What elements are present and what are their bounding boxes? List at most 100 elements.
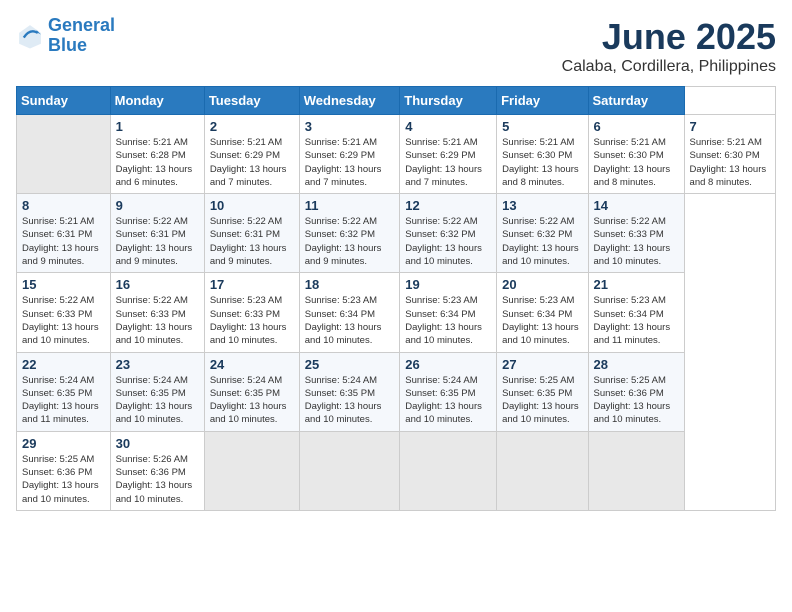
day-number: 30	[116, 436, 199, 451]
calendar-cell: 16 Sunrise: 5:22 AMSunset: 6:33 PMDaylig…	[110, 273, 204, 352]
month-title: June 2025	[562, 16, 776, 58]
calendar-cell: 22 Sunrise: 5:24 AMSunset: 6:35 PMDaylig…	[17, 352, 111, 431]
calendar-cell: 12 Sunrise: 5:22 AMSunset: 6:32 PMDaylig…	[400, 194, 497, 273]
day-info: Sunrise: 5:26 AMSunset: 6:36 PMDaylight:…	[116, 453, 199, 506]
day-info: Sunrise: 5:25 AMSunset: 6:36 PMDaylight:…	[594, 374, 679, 427]
location-title: Calaba, Cordillera, Philippines	[562, 58, 776, 76]
calendar-cell: 24 Sunrise: 5:24 AMSunset: 6:35 PMDaylig…	[204, 352, 299, 431]
day-number: 5	[502, 119, 582, 134]
day-info: Sunrise: 5:22 AMSunset: 6:33 PMDaylight:…	[594, 215, 679, 268]
day-info: Sunrise: 5:22 AMSunset: 6:33 PMDaylight:…	[22, 294, 105, 347]
day-info: Sunrise: 5:23 AMSunset: 6:34 PMDaylight:…	[305, 294, 395, 347]
day-info: Sunrise: 5:24 AMSunset: 6:35 PMDaylight:…	[405, 374, 491, 427]
day-number: 19	[405, 277, 491, 292]
day-info: Sunrise: 5:21 AMSunset: 6:31 PMDaylight:…	[22, 215, 105, 268]
day-number: 16	[116, 277, 199, 292]
day-number: 6	[594, 119, 679, 134]
day-info: Sunrise: 5:21 AMSunset: 6:30 PMDaylight:…	[502, 136, 582, 189]
calendar-cell: 9 Sunrise: 5:22 AMSunset: 6:31 PMDayligh…	[110, 194, 204, 273]
logo-line1: General	[48, 15, 115, 35]
calendar-cell: 8 Sunrise: 5:21 AMSunset: 6:31 PMDayligh…	[17, 194, 111, 273]
day-info: Sunrise: 5:21 AMSunset: 6:29 PMDaylight:…	[305, 136, 395, 189]
calendar-cell: 27 Sunrise: 5:25 AMSunset: 6:35 PMDaylig…	[497, 352, 588, 431]
day-info: Sunrise: 5:22 AMSunset: 6:32 PMDaylight:…	[502, 215, 582, 268]
calendar-cell: 23 Sunrise: 5:24 AMSunset: 6:35 PMDaylig…	[110, 352, 204, 431]
weekday-header: Monday	[110, 87, 204, 115]
day-info: Sunrise: 5:22 AMSunset: 6:32 PMDaylight:…	[305, 215, 395, 268]
day-number: 10	[210, 198, 294, 213]
empty-cell	[17, 115, 111, 194]
day-number: 11	[305, 198, 395, 213]
calendar-table: SundayMondayTuesdayWednesdayThursdayFrid…	[16, 86, 776, 511]
day-number: 27	[502, 357, 582, 372]
calendar-cell: 4 Sunrise: 5:21 AMSunset: 6:29 PMDayligh…	[400, 115, 497, 194]
day-number: 17	[210, 277, 294, 292]
calendar-cell: 17 Sunrise: 5:23 AMSunset: 6:33 PMDaylig…	[204, 273, 299, 352]
day-number: 13	[502, 198, 582, 213]
logo-icon	[16, 22, 44, 50]
day-number: 3	[305, 119, 395, 134]
weekday-header: Saturday	[588, 87, 684, 115]
day-info: Sunrise: 5:24 AMSunset: 6:35 PMDaylight:…	[116, 374, 199, 427]
weekday-header: Friday	[497, 87, 588, 115]
calendar-cell: 2 Sunrise: 5:21 AMSunset: 6:29 PMDayligh…	[204, 115, 299, 194]
day-info: Sunrise: 5:24 AMSunset: 6:35 PMDaylight:…	[210, 374, 294, 427]
calendar-cell	[400, 431, 497, 510]
calendar-cell: 18 Sunrise: 5:23 AMSunset: 6:34 PMDaylig…	[299, 273, 400, 352]
calendar-cell: 11 Sunrise: 5:22 AMSunset: 6:32 PMDaylig…	[299, 194, 400, 273]
day-number: 26	[405, 357, 491, 372]
weekday-header: Sunday	[17, 87, 111, 115]
day-info: Sunrise: 5:22 AMSunset: 6:31 PMDaylight:…	[210, 215, 294, 268]
calendar-cell	[588, 431, 684, 510]
logo-line2: Blue	[48, 35, 87, 55]
day-info: Sunrise: 5:25 AMSunset: 6:35 PMDaylight:…	[502, 374, 582, 427]
day-info: Sunrise: 5:21 AMSunset: 6:29 PMDaylight:…	[210, 136, 294, 189]
weekday-header: Thursday	[400, 87, 497, 115]
calendar-cell: 28 Sunrise: 5:25 AMSunset: 6:36 PMDaylig…	[588, 352, 684, 431]
calendar-cell: 10 Sunrise: 5:22 AMSunset: 6:31 PMDaylig…	[204, 194, 299, 273]
day-number: 18	[305, 277, 395, 292]
day-number: 7	[690, 119, 770, 134]
calendar-cell: 3 Sunrise: 5:21 AMSunset: 6:29 PMDayligh…	[299, 115, 400, 194]
logo-text: General Blue	[48, 16, 115, 56]
calendar-week-row: 29 Sunrise: 5:25 AMSunset: 6:36 PMDaylig…	[17, 431, 776, 510]
day-number: 9	[116, 198, 199, 213]
day-number: 14	[594, 198, 679, 213]
calendar-cell: 6 Sunrise: 5:21 AMSunset: 6:30 PMDayligh…	[588, 115, 684, 194]
day-number: 25	[305, 357, 395, 372]
day-number: 29	[22, 436, 105, 451]
day-number: 21	[594, 277, 679, 292]
day-info: Sunrise: 5:22 AMSunset: 6:32 PMDaylight:…	[405, 215, 491, 268]
logo: General Blue	[16, 16, 115, 56]
calendar-cell	[299, 431, 400, 510]
calendar-cell: 20 Sunrise: 5:23 AMSunset: 6:34 PMDaylig…	[497, 273, 588, 352]
day-number: 15	[22, 277, 105, 292]
calendar-cell: 14 Sunrise: 5:22 AMSunset: 6:33 PMDaylig…	[588, 194, 684, 273]
day-info: Sunrise: 5:22 AMSunset: 6:31 PMDaylight:…	[116, 215, 199, 268]
day-number: 22	[22, 357, 105, 372]
calendar-week-row: 8 Sunrise: 5:21 AMSunset: 6:31 PMDayligh…	[17, 194, 776, 273]
day-number: 23	[116, 357, 199, 372]
day-number: 8	[22, 198, 105, 213]
calendar-cell: 7 Sunrise: 5:21 AMSunset: 6:30 PMDayligh…	[684, 115, 775, 194]
calendar-cell: 25 Sunrise: 5:24 AMSunset: 6:35 PMDaylig…	[299, 352, 400, 431]
day-info: Sunrise: 5:23 AMSunset: 6:34 PMDaylight:…	[405, 294, 491, 347]
day-number: 1	[116, 119, 199, 134]
day-info: Sunrise: 5:23 AMSunset: 6:34 PMDaylight:…	[502, 294, 582, 347]
day-info: Sunrise: 5:22 AMSunset: 6:33 PMDaylight:…	[116, 294, 199, 347]
day-info: Sunrise: 5:24 AMSunset: 6:35 PMDaylight:…	[22, 374, 105, 427]
calendar-cell: 30 Sunrise: 5:26 AMSunset: 6:36 PMDaylig…	[110, 431, 204, 510]
title-block: June 2025 Calaba, Cordillera, Philippine…	[562, 16, 776, 76]
calendar-week-row: 15 Sunrise: 5:22 AMSunset: 6:33 PMDaylig…	[17, 273, 776, 352]
calendar-cell: 15 Sunrise: 5:22 AMSunset: 6:33 PMDaylig…	[17, 273, 111, 352]
day-number: 2	[210, 119, 294, 134]
calendar-cell	[497, 431, 588, 510]
day-info: Sunrise: 5:23 AMSunset: 6:34 PMDaylight:…	[594, 294, 679, 347]
calendar-week-row: 22 Sunrise: 5:24 AMSunset: 6:35 PMDaylig…	[17, 352, 776, 431]
day-info: Sunrise: 5:25 AMSunset: 6:36 PMDaylight:…	[22, 453, 105, 506]
calendar-cell: 5 Sunrise: 5:21 AMSunset: 6:30 PMDayligh…	[497, 115, 588, 194]
day-info: Sunrise: 5:21 AMSunset: 6:28 PMDaylight:…	[116, 136, 199, 189]
day-info: Sunrise: 5:21 AMSunset: 6:29 PMDaylight:…	[405, 136, 491, 189]
day-info: Sunrise: 5:21 AMSunset: 6:30 PMDaylight:…	[690, 136, 770, 189]
calendar-week-row: 1 Sunrise: 5:21 AMSunset: 6:28 PMDayligh…	[17, 115, 776, 194]
